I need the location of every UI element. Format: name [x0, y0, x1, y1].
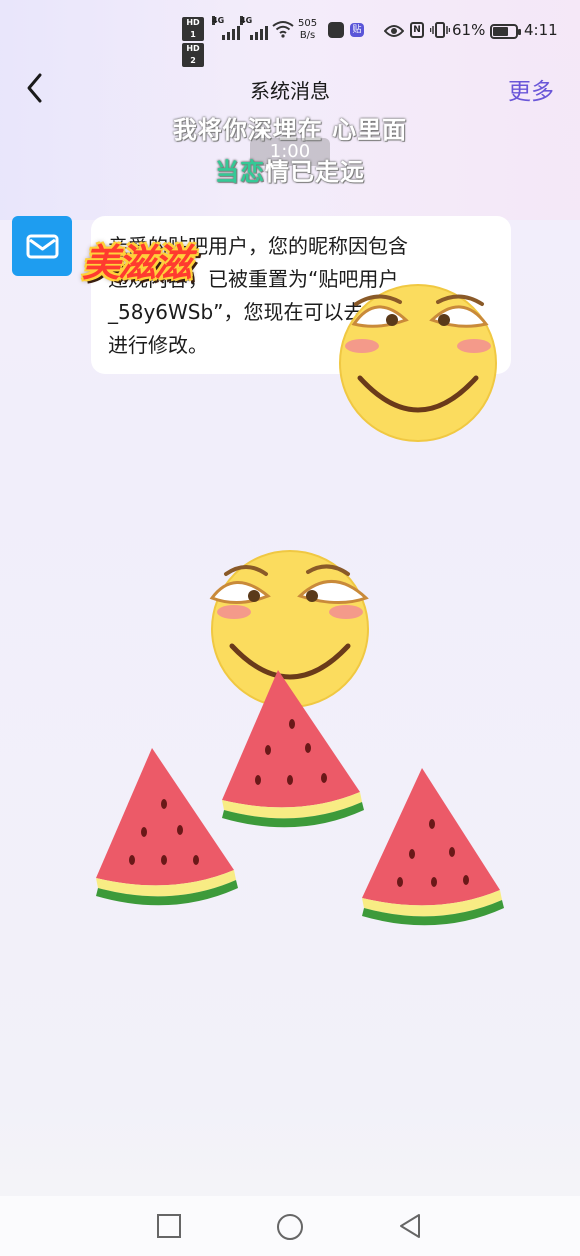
- vibrate-icon: [430, 22, 450, 38]
- battery-fill: [493, 27, 508, 36]
- lyric-line-2: 当恋情已走远: [0, 152, 580, 187]
- hd-badge-1: HD 1: [182, 17, 204, 41]
- lyric-highlight: 当恋: [215, 158, 265, 186]
- mail-icon: [26, 234, 59, 259]
- speed-unit: B/s: [299, 30, 316, 41]
- eye-icon: [384, 25, 404, 37]
- clock: 4:11: [524, 21, 558, 39]
- hd-indicators: HD 1 HD 2: [182, 17, 204, 69]
- lyric-rest: 情已走远: [265, 158, 365, 186]
- battery-icon: [490, 24, 521, 39]
- hd-badge-2: HD 2: [182, 43, 204, 67]
- status-bar: HD 1 HD 2 4G 4G 505 B/s 贴 N 61% 4:11: [0, 0, 580, 67]
- sticker-text: 美滋滋: [82, 241, 192, 285]
- nfc-icon: N: [410, 22, 424, 38]
- signal-1-icon: 4G: [212, 16, 240, 40]
- more-button[interactable]: 更多: [508, 72, 554, 106]
- smirk-emoji-icon: [339, 284, 497, 442]
- speed-value: 505: [298, 18, 318, 29]
- watermelon-slice-icon-3: [362, 768, 504, 926]
- back-triangle-icon[interactable]: [398, 1213, 422, 1239]
- network-speed: 505 B/s: [298, 18, 317, 42]
- system-mail-avatar: [12, 216, 72, 276]
- watermelon-slice-icon-2: [96, 748, 238, 906]
- page-title: 系统消息: [250, 79, 330, 103]
- signal-2-icon: 4G: [240, 16, 268, 40]
- notification-app-icon: [328, 22, 344, 38]
- wifi-icon: [272, 21, 294, 38]
- battery-percent: 61%: [452, 21, 486, 39]
- network-type-1: 4G: [212, 16, 225, 25]
- network-type-2: 4G: [240, 16, 253, 25]
- recent-apps-square-icon[interactable]: [156, 1213, 182, 1239]
- home-circle-icon[interactable]: [276, 1213, 304, 1241]
- tieba-notification-icon: 贴: [350, 23, 364, 37]
